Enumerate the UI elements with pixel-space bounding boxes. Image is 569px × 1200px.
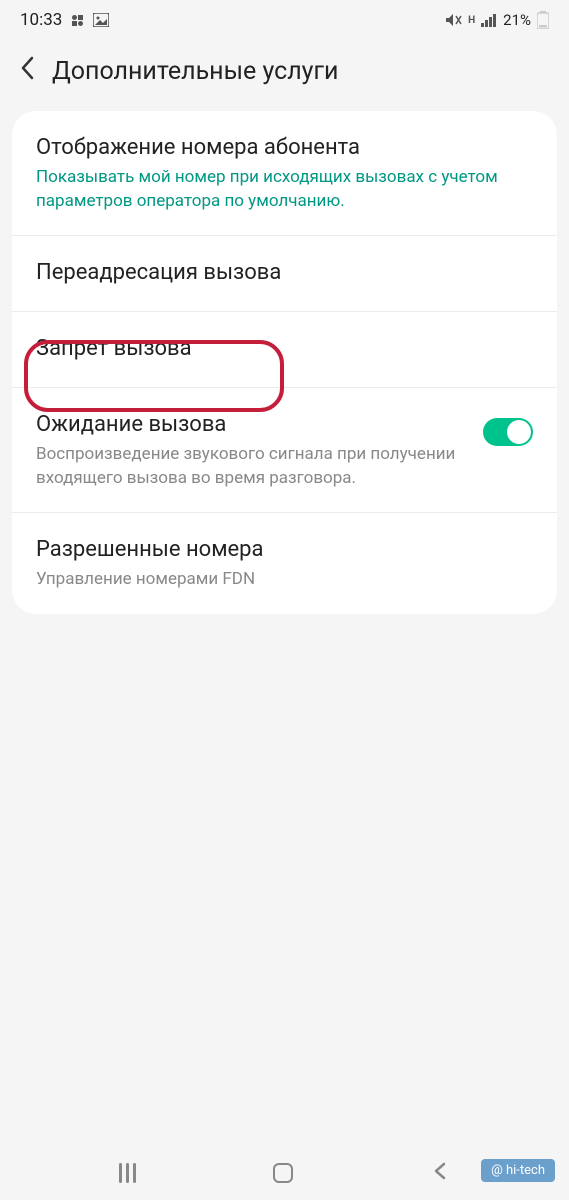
- nav-recent-button[interactable]: [119, 1163, 136, 1183]
- call-barring-title: Запрет вызова: [36, 334, 533, 365]
- image-icon: [93, 13, 109, 27]
- caller-id-title: Отображение номера абонента: [36, 133, 533, 164]
- status-bar: 10:33 H 21%: [0, 0, 569, 38]
- call-waiting-toggle[interactable]: [483, 418, 533, 446]
- battery-icon: [537, 11, 549, 29]
- call-waiting-subtitle: Воспроизведение звукового сигнала при по…: [36, 443, 467, 491]
- allowed-numbers-subtitle: Управление номерами FDN: [36, 568, 533, 592]
- data-icon: H: [468, 15, 475, 26]
- call-barring-item[interactable]: Запрет вызова: [12, 312, 557, 388]
- settings-list: Отображение номера абонента Показывать м…: [12, 111, 557, 614]
- allowed-numbers-item[interactable]: Разрешенные номера Управление номерами F…: [12, 513, 557, 614]
- call-waiting-title: Ожидание вызова: [36, 410, 467, 441]
- watermark: @ hi-tech: [481, 1159, 555, 1182]
- status-right: H 21%: [444, 11, 549, 29]
- call-waiting-item[interactable]: Ожидание вызова Воспроизведение звуковог…: [12, 388, 557, 513]
- call-forwarding-item[interactable]: Переадресация вызова: [12, 236, 557, 312]
- header: Дополнительные услуги: [0, 38, 569, 111]
- page-title: Дополнительные услуги: [52, 57, 338, 86]
- signal-icon: [481, 13, 497, 27]
- status-time: 10:33: [20, 10, 62, 30]
- call-forwarding-title: Переадресация вызова: [36, 258, 533, 289]
- watermark-text: @ hi-tech: [491, 1163, 545, 1178]
- status-left: 10:33: [20, 10, 109, 30]
- caller-id-subtitle: Показывать мой номер при исходящих вызов…: [36, 166, 533, 214]
- caller-id-item[interactable]: Отображение номера абонента Показывать м…: [12, 111, 557, 236]
- back-icon[interactable]: [20, 56, 34, 87]
- nav-home-button[interactable]: [273, 1163, 293, 1183]
- allowed-numbers-title: Разрешенные номера: [36, 535, 533, 566]
- apps-icon: [72, 15, 83, 26]
- battery-percent: 21%: [503, 11, 531, 29]
- mute-vibrate-icon: [444, 12, 462, 28]
- nav-back-button[interactable]: [430, 1161, 450, 1185]
